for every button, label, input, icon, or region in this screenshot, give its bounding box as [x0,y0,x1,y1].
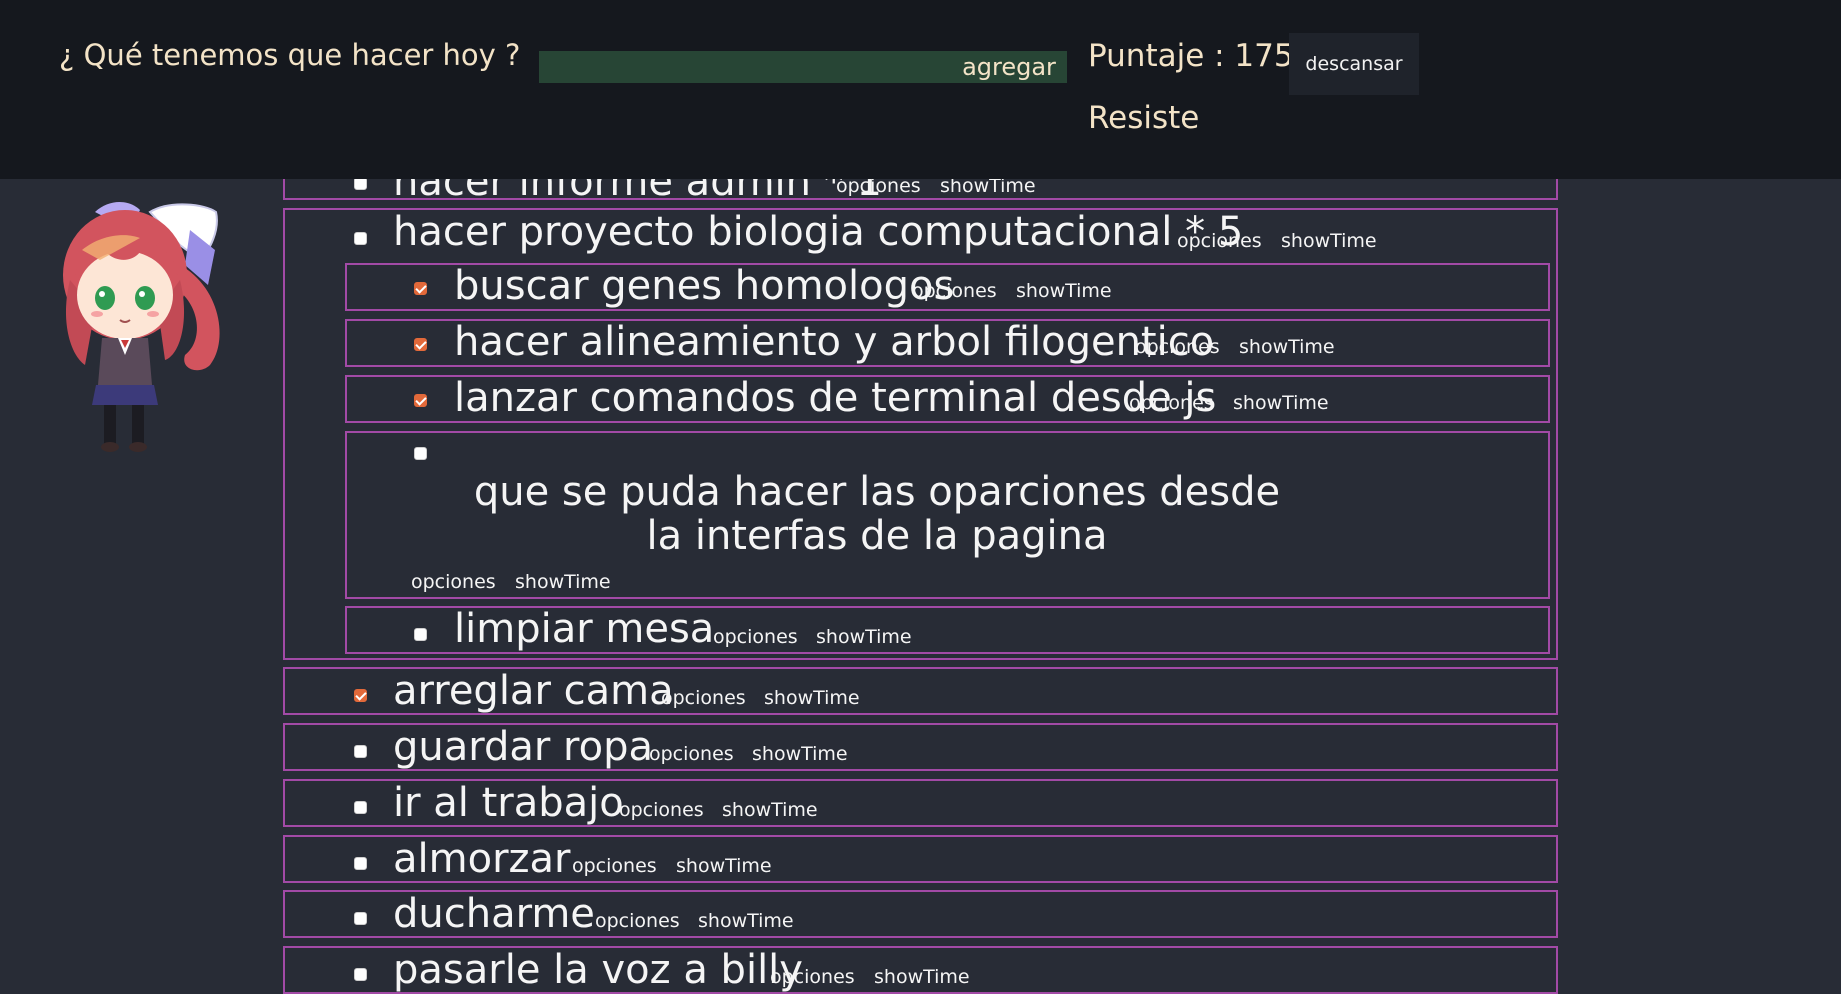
task-checkbox[interactable] [354,857,367,870]
rest-button[interactable]: descansar [1289,33,1419,95]
options-link[interactable]: opciones [770,968,855,987]
score-display: Puntaje : 175 [1088,38,1294,74]
subtask-checkbox[interactable] [414,628,427,641]
task-name: hacer proyecto biologia computacional * … [393,209,1244,255]
task-name: arreglar cama [393,668,674,714]
subtask-item: lanzar comandos de terminal desde js opc… [345,375,1550,423]
show-time-link[interactable]: showTime [1239,338,1335,357]
options-link[interactable]: opciones [619,801,704,820]
task-item: ducharme opciones showTime [283,890,1558,938]
options-link[interactable]: opciones [411,573,496,592]
show-time-link[interactable]: showTime [1016,282,1112,301]
show-time-link[interactable]: showTime [1281,232,1377,251]
subtask-item: limpiar mesa opciones showTime [345,606,1550,654]
task-item: ir al trabajo opciones showTime [283,779,1558,827]
task-item: pasarle la voz a billy opciones showTime [283,946,1558,994]
task-checkbox[interactable] [354,689,367,702]
subtask-name: buscar genes homologos [454,263,955,309]
task-checkbox[interactable] [354,968,367,981]
task-item: arreglar cama opciones showTime [283,667,1558,715]
task-item: almorzar opciones showTime [283,835,1558,883]
new-task-input[interactable] [539,51,951,83]
task-name: almorzar [393,836,571,882]
status-message: Resiste [1088,100,1200,136]
add-task-button[interactable]: agregar [951,51,1067,83]
task-item: guardar ropa opciones showTime [283,723,1558,771]
options-link[interactable]: opciones [836,177,921,196]
show-time-link[interactable]: showTime [874,968,970,987]
avatar-character-image [63,202,220,452]
show-time-link[interactable]: showTime [676,857,772,876]
options-link[interactable]: opciones [661,689,746,708]
subtask-checkbox[interactable] [414,394,427,407]
options-link[interactable]: opciones [1135,338,1220,357]
subtask-checkbox[interactable] [414,282,427,295]
task-checkbox[interactable] [354,232,367,245]
options-link[interactable]: opciones [1177,232,1262,251]
subtask-item: que se puda hacer las oparciones desde l… [345,431,1550,599]
options-link[interactable]: opciones [649,745,734,764]
task-name: ducharme [393,891,595,937]
subtask-item: buscar genes homologos opciones showTime [345,263,1550,311]
header-bar: ¿ Qué tenemos que hacer hoy ? agregar Pu… [0,0,1841,179]
show-time-link[interactable]: showTime [752,745,848,764]
task-checkbox[interactable] [354,912,367,925]
subtask-name: hacer alineamiento y arbol filogentico [454,319,1215,365]
task-checkbox[interactable] [354,745,367,758]
subtask-name: lanzar comandos de terminal desde js [454,375,1217,421]
show-time-link[interactable]: showTime [698,912,794,931]
task-name: pasarle la voz a billy [393,947,803,993]
show-time-link[interactable]: showTime [1233,394,1329,413]
prompt-question: ¿ Qué tenemos que hacer hoy ? [59,38,521,72]
show-time-link[interactable]: showTime [816,628,912,647]
subtask-checkbox[interactable] [414,447,427,460]
task-name: ir al trabajo [393,780,624,826]
show-time-link[interactable]: showTime [722,801,818,820]
subtask-name: que se puda hacer las oparciones desde l… [473,469,1281,559]
task-item: hacer proyecto biologia computacional * … [283,208,1558,660]
options-link[interactable]: opciones [595,912,680,931]
show-time-link[interactable]: showTime [515,573,611,592]
subtask-checkbox[interactable] [414,338,427,351]
show-time-link[interactable]: showTime [764,689,860,708]
show-time-link[interactable]: showTime [940,177,1036,196]
subtask-item: hacer alineamiento y arbol filogentico o… [345,319,1550,367]
task-name: guardar ropa [393,724,653,770]
subtask-name: limpiar mesa [454,606,715,652]
task-checkbox[interactable] [354,801,367,814]
options-link[interactable]: opciones [1129,394,1214,413]
options-link[interactable]: opciones [912,282,997,301]
options-link[interactable]: opciones [713,628,798,647]
options-link[interactable]: opciones [572,857,657,876]
